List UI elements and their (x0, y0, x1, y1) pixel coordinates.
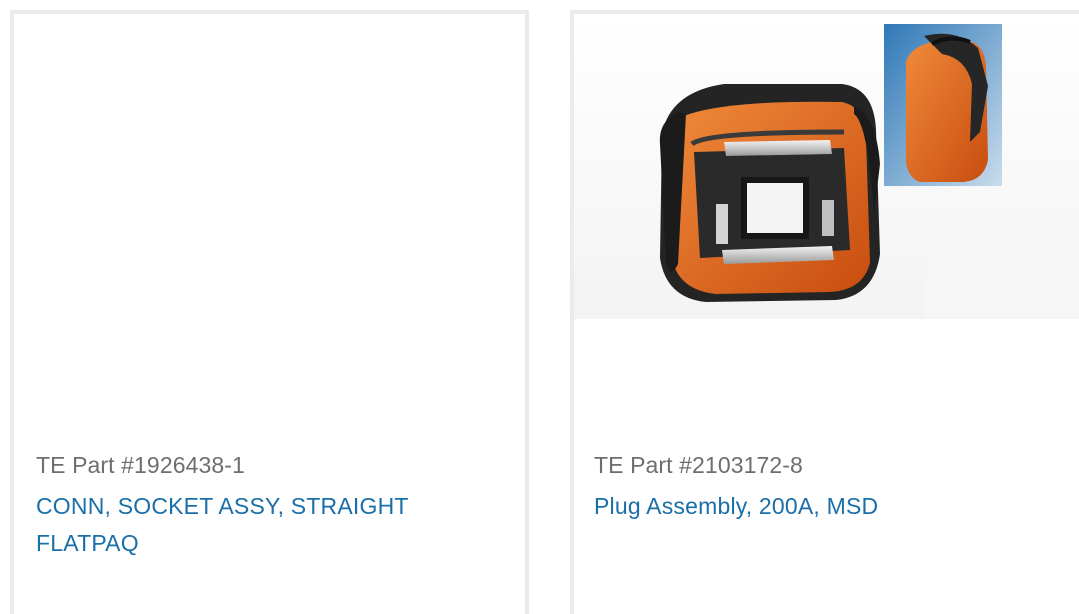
part-number: TE Part #1926438-1 (36, 452, 245, 478)
product-grid: TE Part #1926438-1 CONN, SOCKET ASSY, ST… (0, 0, 1079, 614)
part-number: TE Part #2103172-8 (594, 452, 803, 478)
product-image[interactable] (574, 14, 1079, 319)
product-card[interactable]: TE Part #1926438-1 CONN, SOCKET ASSY, ST… (10, 10, 529, 614)
connector-plug-image (574, 14, 1079, 319)
product-description-link[interactable]: Plug Assembly, 200A, MSD (594, 488, 1054, 525)
product-image-placeholder[interactable] (14, 14, 525, 319)
product-description-link[interactable]: CONN, SOCKET ASSY, STRAIGHT FLATPAQ (36, 488, 496, 562)
product-card[interactable]: TE Part #2103172-8 Plug Assembly, 200A, … (570, 10, 1079, 614)
